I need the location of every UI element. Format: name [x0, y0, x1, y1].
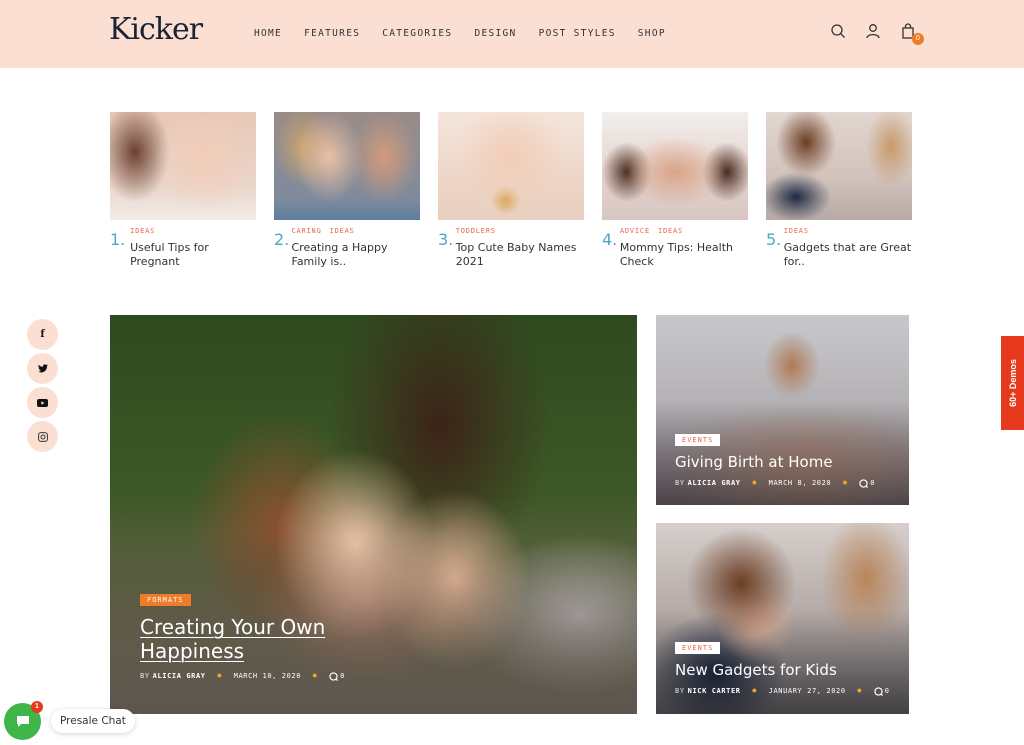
chat-bubble-icon: [16, 716, 29, 727]
title-line: Happiness: [140, 639, 245, 663]
by-label: BY: [675, 687, 685, 695]
presale-chat-label[interactable]: Presale Chat: [51, 709, 135, 733]
post-title[interactable]: Mommy Tips: Health Check: [620, 241, 748, 269]
comments-link[interactable]: 0: [859, 478, 876, 488]
post-rank: 3.: [438, 230, 454, 249]
facebook-icon[interactable]: f: [27, 319, 58, 350]
site-header: Kicker HOME FEATURES CATEGORIES DESIGN P…: [0, 0, 1024, 68]
featured-post-card[interactable]: FORMATS Creating Your Own Happiness BY A…: [110, 315, 637, 714]
post-meta: BY ALICIA GRAY ✸ MARCH 8, 2020 ✸ 0: [675, 478, 875, 488]
cart-icon[interactable]: 0: [900, 23, 924, 45]
post-title[interactable]: Gadgets that are Great for..: [784, 241, 912, 269]
separator-icon: ✸: [216, 671, 223, 681]
nav-shop[interactable]: SHOP: [638, 28, 666, 39]
comments-link[interactable]: 0: [874, 686, 890, 696]
category-badge[interactable]: EVENTS: [675, 434, 721, 446]
top-post-item: 5. IDEAS Gadgets that are Great for..: [766, 112, 912, 269]
side-post-card[interactable]: EVENTS Giving Birth at Home BY ALICIA GR…: [656, 315, 909, 505]
top-post-item: 3. TODDLERS Top Cute Baby Names 2021: [438, 112, 584, 269]
demos-tab[interactable]: 60+ Demos: [1001, 336, 1024, 430]
nav-design[interactable]: DESIGN: [474, 28, 516, 39]
side-post-card[interactable]: EVENTS New Gadgets for Kids BY NICK CART…: [656, 523, 909, 714]
category-tag[interactable]: CARING: [292, 227, 322, 235]
featured-post-title[interactable]: Creating Your Own Happiness: [140, 615, 345, 663]
comment-count: 0: [340, 672, 345, 680]
post-title[interactable]: Top Cute Baby Names 2021: [456, 241, 584, 269]
post-date: JANUARY 27, 2020: [768, 687, 846, 695]
post-thumbnail[interactable]: [602, 112, 748, 220]
category-tag[interactable]: ADVICE: [620, 227, 650, 235]
social-share-bar: f: [27, 319, 58, 452]
nav-categories[interactable]: CATEGORIES: [382, 28, 452, 39]
post-date: MARCH 10, 2020: [233, 672, 302, 680]
by-label: BY: [675, 479, 685, 487]
post-rank: 1.: [110, 230, 126, 249]
post-thumbnail[interactable]: [766, 112, 912, 220]
post-categories: TODDLERS: [456, 227, 584, 239]
post-categories: IDEAS: [784, 227, 912, 239]
post-title[interactable]: Creating a Happy Family is..: [292, 241, 421, 269]
post-date: MARCH 8, 2020: [768, 479, 832, 487]
nav-post-styles[interactable]: POST STYLES: [539, 28, 616, 39]
comment-icon: [859, 478, 869, 488]
user-icon[interactable]: [865, 23, 881, 39]
category-tag[interactable]: TODDLERS: [456, 227, 496, 235]
post-thumbnail[interactable]: [274, 112, 420, 220]
site-logo[interactable]: Kicker: [109, 12, 203, 47]
post-thumbnail[interactable]: [438, 112, 584, 220]
header-icons: 0: [830, 23, 924, 45]
chat-unread-badge: 1: [31, 701, 43, 713]
separator-icon: ✸: [751, 478, 758, 488]
nav-home[interactable]: HOME: [254, 28, 282, 39]
instagram-icon[interactable]: [27, 421, 58, 452]
by-label: BY: [140, 672, 150, 680]
cart-count-badge: 0: [912, 33, 924, 45]
category-tag[interactable]: IDEAS: [130, 227, 155, 235]
top-post-item: 2. CARING IDEAS Creating a Happy Family i…: [274, 112, 420, 269]
youtube-icon[interactable]: [27, 387, 58, 418]
comment-icon: [874, 686, 883, 696]
demos-label: 60+ Demos: [1007, 359, 1018, 407]
author-link[interactable]: NICK CARTER: [688, 687, 741, 695]
post-title[interactable]: Useful Tips for Pregnant: [130, 241, 256, 269]
side-post-title[interactable]: Giving Birth at Home: [675, 453, 875, 472]
side-post-title[interactable]: New Gadgets for Kids: [675, 661, 890, 680]
top-post-item: 1. IDEAS Useful Tips for Pregnant: [110, 112, 256, 269]
separator-icon: ✸: [751, 686, 758, 696]
post-categories: ADVICE IDEAS: [620, 227, 748, 239]
featured-post-overlay: FORMATS Creating Your Own Happiness BY A…: [140, 589, 345, 681]
post-meta: BY ALICIA GRAY ✸ MARCH 10, 2020 ✸ 0: [140, 671, 345, 681]
category-tag[interactable]: IDEAS: [658, 227, 683, 235]
comment-count: 0: [884, 687, 890, 695]
author-link[interactable]: ALICIA GRAY: [153, 672, 206, 680]
post-rank: 5.: [766, 230, 782, 249]
post-categories: IDEAS: [130, 227, 256, 239]
category-badge[interactable]: FORMATS: [140, 594, 191, 606]
post-categories: CARING IDEAS: [292, 227, 421, 239]
post-thumbnail[interactable]: [110, 112, 256, 220]
post-rank: 4.: [602, 230, 618, 249]
nav-features[interactable]: FEATURES: [304, 28, 360, 39]
separator-icon: ✸: [856, 686, 863, 696]
top-posts-list: 1. IDEAS Useful Tips for Pregnant 2. CAR…: [110, 112, 912, 269]
category-tag[interactable]: IDEAS: [784, 227, 809, 235]
category-badge[interactable]: EVENTS: [675, 642, 721, 654]
post-rank: 2.: [274, 230, 290, 249]
comments-link[interactable]: 0: [329, 671, 345, 681]
separator-icon: ✸: [842, 478, 849, 488]
comment-count: 0: [870, 479, 876, 487]
author-link[interactable]: ALICIA GRAY: [688, 479, 741, 487]
search-icon[interactable]: [830, 23, 846, 39]
twitter-icon[interactable]: [27, 353, 58, 384]
separator-icon: ✸: [312, 671, 319, 681]
side-post-overlay: EVENTS New Gadgets for Kids BY NICK CART…: [675, 637, 890, 696]
top-post-item: 4. ADVICE IDEAS Mommy Tips: Health Check: [602, 112, 748, 269]
comment-icon: [329, 671, 339, 681]
main-nav: HOME FEATURES CATEGORIES DESIGN POST STY…: [254, 28, 688, 39]
post-meta: BY NICK CARTER ✸ JANUARY 27, 2020 ✸ 0: [675, 686, 890, 696]
title-line: Creating Your Own: [140, 615, 326, 639]
category-tag[interactable]: IDEAS: [330, 227, 355, 235]
side-post-overlay: EVENTS Giving Birth at Home BY ALICIA GR…: [675, 429, 875, 488]
